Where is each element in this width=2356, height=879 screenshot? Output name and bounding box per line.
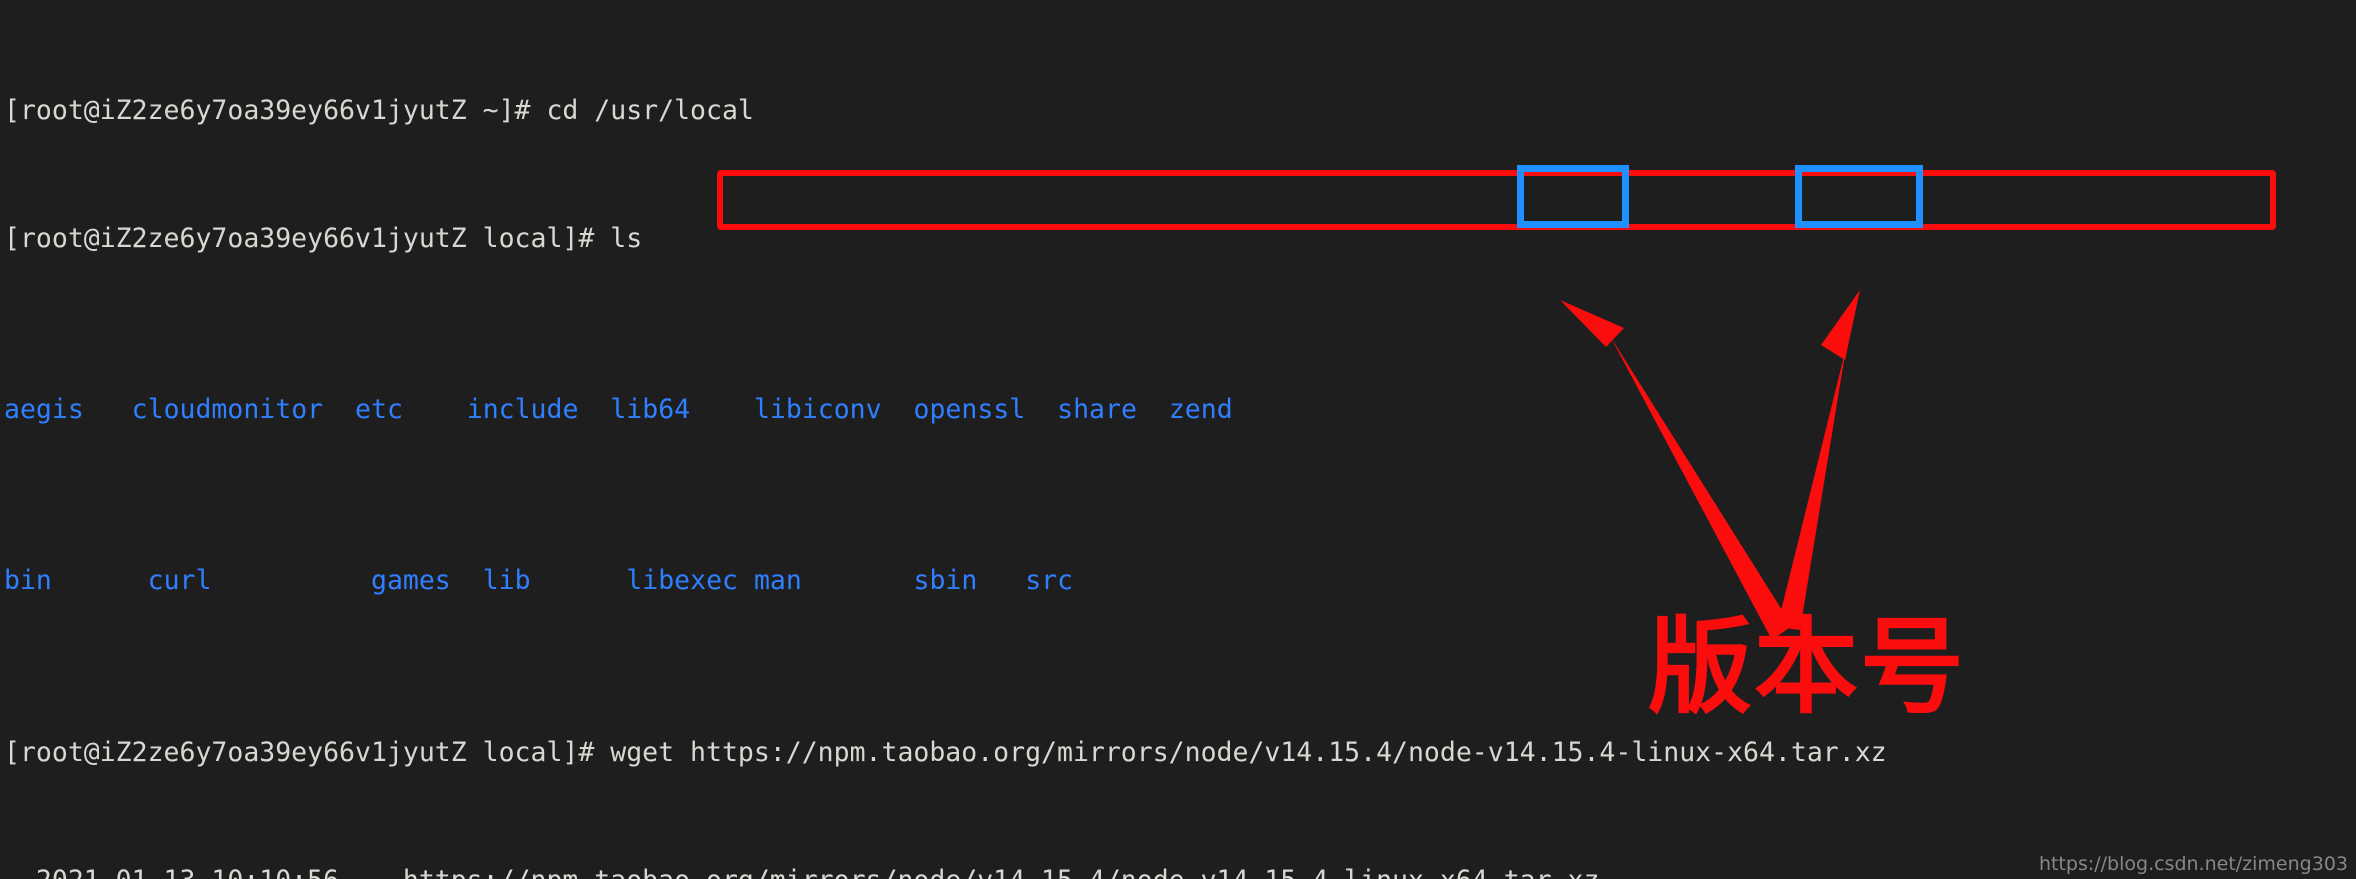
dir-curl: curl	[147, 565, 212, 597]
terminal-line-wget-command: [root@iZ2ze6y7oa39ey66v1jyutZ local]# wg…	[4, 736, 1887, 768]
dir-src: src	[1025, 565, 1074, 597]
dir-include: include	[466, 394, 579, 426]
dir-etc: etc	[355, 394, 403, 426]
ls-output-row-1: aegis cloudmonitor etc include lib64 lib…	[4, 389, 2356, 432]
ls-output-row-2: bin curl games lib libexec man sbin src	[4, 560, 2356, 603]
dir-share: share	[1057, 394, 1137, 426]
terminal-line-ls-prompt: [root@iZ2ze6y7oa39ey66v1jyutZ local]# ls	[4, 222, 643, 254]
dir-zend: zend	[1168, 394, 1233, 426]
dir-libiconv: libiconv	[753, 394, 882, 426]
dir-lib64: lib64	[610, 394, 691, 426]
dir-bin: bin	[4, 565, 52, 597]
dir-openssl: openssl	[913, 394, 1026, 426]
dir-libexec: libexec	[626, 565, 738, 597]
dir-games: games	[370, 565, 451, 597]
dir-cloudmonitor: cloudmonitor	[131, 394, 324, 426]
dir-lib: lib	[482, 565, 531, 597]
dir-sbin: sbin	[913, 565, 978, 597]
terminal-screenshot: [root@iZ2ze6y7oa39ey66v1jyutZ ~]# cd /us…	[0, 0, 2356, 879]
terminal-line-cd: [root@iZ2ze6y7oa39ey66v1jyutZ ~]# cd /us…	[4, 94, 754, 126]
dir-aegis: aegis	[4, 394, 84, 426]
dir-man: man	[753, 565, 802, 597]
terminal-line-request-start: --2021-01-13 10:10:56-- https://npm.taob…	[4, 860, 2356, 879]
terminal-output[interactable]: [root@iZ2ze6y7oa39ey66v1jyutZ ~]# cd /us…	[0, 0, 2356, 879]
